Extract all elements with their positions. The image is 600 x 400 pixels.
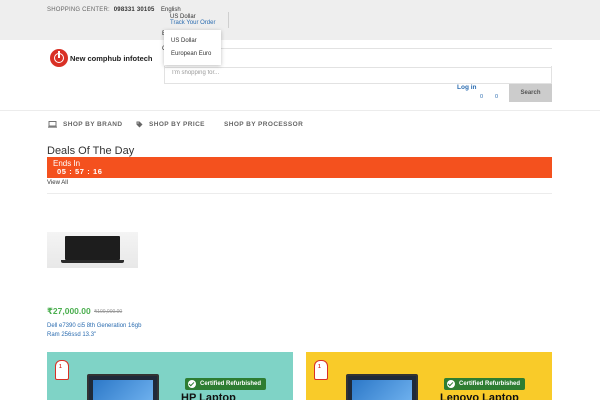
product-price: ₹27,000.00 <box>47 306 91 316</box>
badge-number: 1 <box>318 364 321 370</box>
certified-refurbished-badge: Certified Refurbished <box>185 378 267 390</box>
wishlist-count[interactable]: 0 <box>480 94 483 100</box>
top-bar: SHOPPING CENTER: 098331 30105 English US… <box>0 0 600 40</box>
banner-headline: Lenovo Laptop <box>440 392 519 400</box>
currency-dropdown: US Dollar European Euro <box>164 30 221 65</box>
nav-label: SHOP BY PROCESSOR <box>224 121 304 128</box>
product-name-link[interactable]: Dell e7390 ci5 8th Generation 16gb Ram 2… <box>47 322 147 340</box>
view-all-link[interactable]: View All <box>47 180 68 186</box>
nav-label: SHOP BY BRAND <box>63 121 123 129</box>
banner-headline: HP Laptop <box>181 392 236 400</box>
product-old-price: ₹100,000.00 <box>94 309 123 315</box>
logo-text[interactable]: New comphub infotech <box>70 54 153 63</box>
warranty-badge: 1 <box>55 360 69 380</box>
nav-label: SHOP BY PRICE <box>149 121 205 129</box>
banner-laptop-image <box>87 374 159 400</box>
deals-divider <box>47 193 552 194</box>
nav-shop-by-processor[interactable]: SHOP BY PROCESSOR <box>224 121 303 128</box>
laptop-base <box>61 260 124 263</box>
badge-number: 1 <box>59 364 62 370</box>
currency-option-eur[interactable]: European Euro <box>171 51 211 57</box>
phone-label: SHOPPING CENTER: <box>47 7 110 13</box>
check-icon <box>188 380 196 388</box>
warranty-badge: 1 <box>314 360 328 380</box>
topbar-divider <box>228 12 229 28</box>
language-selector[interactable]: English <box>161 7 181 13</box>
certified-label: Certified Refurbished <box>200 381 262 387</box>
deal-countdown-bar: Ends In 05 : 57 : 16 <box>47 157 552 178</box>
login-link[interactable]: Log in <box>457 84 477 91</box>
product-image[interactable] <box>47 232 138 268</box>
certified-refurbished-badge: Certified Refurbished <box>444 378 526 390</box>
shopping-center-phone: SHOPPING CENTER: 098331 30105 <box>47 7 155 13</box>
header-field-1[interactable] <box>164 48 552 49</box>
certified-label: Certified Refurbished <box>459 381 521 387</box>
check-icon <box>447 380 455 388</box>
laptop-icon <box>48 121 57 128</box>
currency-option-usd[interactable]: US Dollar <box>171 38 197 44</box>
search-input[interactable] <box>172 70 372 76</box>
tag-icon <box>136 121 143 128</box>
promo-banner-hp[interactable]: 1 Certified Refurbished HP Laptop <box>47 352 293 400</box>
logo-power-icon[interactable] <box>50 49 68 67</box>
nav-shop-by-brand[interactable]: SHOP BY BRAND <box>48 121 123 128</box>
phone-number[interactable]: 098331 30105 <box>114 7 155 13</box>
countdown-timer: 05 : 57 : 16 <box>57 167 103 176</box>
track-order-link[interactable]: Track Your Order <box>170 20 215 26</box>
cart-count[interactable]: 0 <box>495 94 498 100</box>
nav-shop-by-price[interactable]: SHOP BY PRICE <box>136 121 205 128</box>
search-button[interactable]: Search <box>509 84 552 102</box>
promo-banner-lenovo[interactable]: 1 Certified Refurbished Lenovo Laptop <box>306 352 552 400</box>
deals-title: Deals Of The Day <box>47 145 135 157</box>
banner-laptop-image <box>346 374 418 400</box>
laptop-screen <box>65 236 120 260</box>
header-divider <box>0 110 600 111</box>
